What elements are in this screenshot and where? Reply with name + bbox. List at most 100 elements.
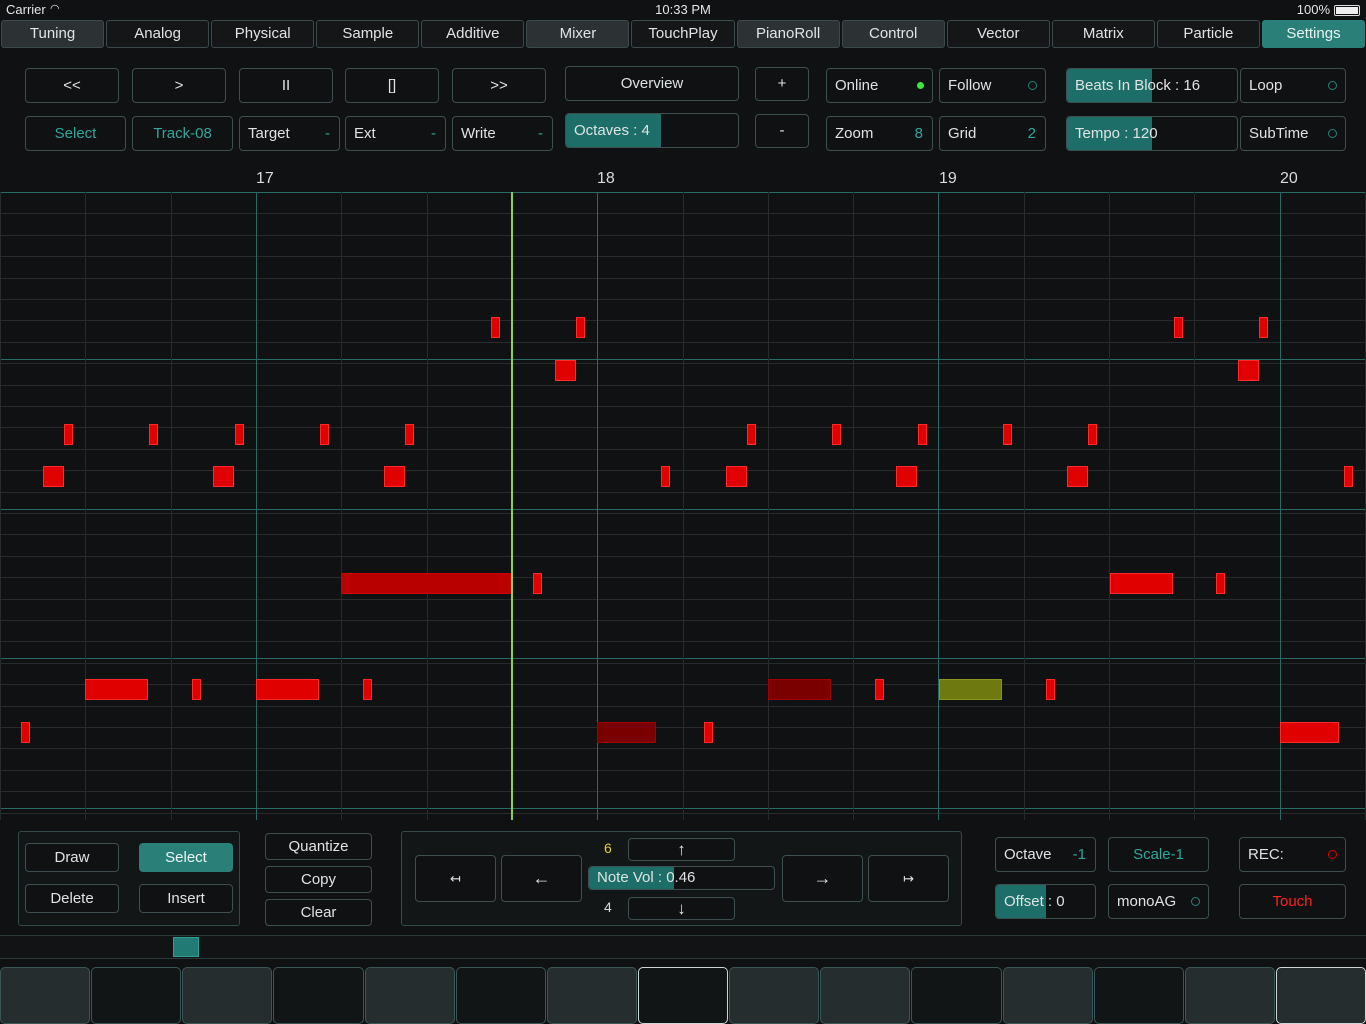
pause-button[interactable]: II bbox=[239, 68, 333, 103]
online-toggle[interactable]: Online bbox=[826, 68, 933, 103]
note-block[interactable] bbox=[896, 466, 917, 487]
move-left-button[interactable]: ← bbox=[501, 855, 582, 902]
keyboard-key[interactable] bbox=[637, 967, 729, 1024]
note-volume-slider[interactable]: Note Vol : 0.46 bbox=[588, 866, 775, 890]
note-block[interactable] bbox=[832, 424, 841, 445]
note-block[interactable] bbox=[235, 424, 244, 445]
plus-button[interactable]: + bbox=[755, 67, 809, 101]
tab-vector[interactable]: Vector bbox=[946, 20, 1050, 48]
keyboard-key[interactable] bbox=[820, 967, 911, 1024]
note-block[interactable] bbox=[1259, 317, 1268, 338]
clear-button[interactable]: Clear bbox=[265, 899, 372, 926]
keyboard-key[interactable] bbox=[364, 967, 455, 1024]
keyboard-key[interactable] bbox=[91, 967, 182, 1024]
note-block[interactable] bbox=[1280, 722, 1339, 743]
jump-start-button[interactable]: ↤ bbox=[415, 855, 496, 902]
ext-selector[interactable]: Ext - bbox=[345, 116, 446, 151]
scrollbar-thumb[interactable] bbox=[173, 937, 199, 957]
note-block[interactable] bbox=[918, 424, 927, 445]
note-block[interactable] bbox=[661, 466, 670, 487]
rec-toggle[interactable]: REC: bbox=[1239, 837, 1346, 872]
note-block[interactable] bbox=[939, 679, 1002, 700]
scale-button[interactable]: Scale-1 bbox=[1108, 837, 1209, 872]
keyboard-key[interactable] bbox=[182, 967, 273, 1024]
note-block[interactable] bbox=[533, 573, 542, 594]
quantize-button[interactable]: Quantize bbox=[265, 833, 372, 860]
note-block[interactable] bbox=[1238, 360, 1259, 381]
tab-pianoroll[interactable]: PianoRoll bbox=[736, 20, 840, 48]
tab-matrix[interactable]: Matrix bbox=[1051, 20, 1155, 48]
draw-button[interactable]: Draw bbox=[25, 843, 119, 872]
mono-toggle[interactable]: monoAG bbox=[1108, 884, 1209, 919]
keyboard-key[interactable] bbox=[546, 967, 637, 1024]
note-block[interactable] bbox=[1344, 466, 1353, 487]
note-block[interactable] bbox=[192, 679, 201, 700]
tempo-slider[interactable]: Tempo : 120 bbox=[1066, 116, 1238, 151]
keyboard-key[interactable] bbox=[455, 967, 546, 1024]
note-block[interactable] bbox=[213, 466, 234, 487]
note-block[interactable] bbox=[1216, 573, 1225, 594]
stop-button[interactable]: [] bbox=[345, 68, 439, 103]
note-block[interactable] bbox=[405, 424, 414, 445]
subtime-toggle[interactable]: SubTime bbox=[1240, 116, 1346, 151]
note-block[interactable] bbox=[704, 722, 713, 743]
forward-button[interactable]: >> bbox=[452, 68, 546, 103]
note-block[interactable] bbox=[64, 424, 73, 445]
note-block[interactable] bbox=[320, 424, 329, 445]
track-button[interactable]: Track-08 bbox=[132, 116, 233, 151]
note-block[interactable] bbox=[1003, 424, 1012, 445]
note-block[interactable] bbox=[1088, 424, 1097, 445]
jump-end-button[interactable]: ↦ bbox=[868, 855, 949, 902]
note-block[interactable] bbox=[726, 466, 747, 487]
loop-toggle[interactable]: Loop bbox=[1240, 68, 1346, 103]
tab-physical[interactable]: Physical bbox=[211, 20, 315, 48]
tab-particle[interactable]: Particle bbox=[1156, 20, 1260, 48]
zoom-control[interactable]: Zoom 8 bbox=[826, 116, 933, 151]
note-block[interactable] bbox=[1067, 466, 1088, 487]
target-selector[interactable]: Target - bbox=[239, 116, 340, 151]
note-block[interactable] bbox=[1110, 573, 1173, 594]
note-block[interactable] bbox=[747, 424, 756, 445]
note-block[interactable] bbox=[85, 679, 148, 700]
note-block[interactable] bbox=[43, 466, 64, 487]
note-block[interactable] bbox=[555, 360, 576, 381]
tab-additive[interactable]: Additive bbox=[421, 20, 525, 48]
note-block[interactable] bbox=[21, 722, 30, 743]
touch-button[interactable]: Touch bbox=[1239, 884, 1346, 919]
tab-analog[interactable]: Analog bbox=[106, 20, 210, 48]
note-block[interactable] bbox=[768, 679, 831, 700]
tab-touchplay[interactable]: TouchPlay bbox=[631, 20, 735, 48]
tab-settings[interactable]: Settings bbox=[1261, 20, 1366, 48]
write-selector[interactable]: Write - bbox=[452, 116, 553, 151]
note-block[interactable] bbox=[576, 317, 585, 338]
note-block[interactable] bbox=[1174, 317, 1183, 338]
keyboard-key[interactable] bbox=[1184, 967, 1275, 1024]
keyboard-key[interactable] bbox=[1275, 967, 1366, 1024]
note-block[interactable] bbox=[341, 573, 511, 594]
follow-toggle[interactable]: Follow bbox=[939, 68, 1046, 103]
keyboard-key[interactable] bbox=[1002, 967, 1093, 1024]
keyboard-key[interactable] bbox=[911, 967, 1002, 1024]
grid-control[interactable]: Grid 2 bbox=[939, 116, 1046, 151]
timeline-scrollbar[interactable] bbox=[0, 935, 1366, 959]
note-block[interactable] bbox=[491, 317, 500, 338]
move-right-button[interactable]: → bbox=[782, 855, 863, 902]
tab-tuning[interactable]: Tuning bbox=[1, 20, 105, 48]
note-block[interactable] bbox=[384, 466, 405, 487]
copy-button[interactable]: Copy bbox=[265, 866, 372, 893]
tab-sample[interactable]: Sample bbox=[316, 20, 420, 48]
note-block[interactable] bbox=[363, 679, 372, 700]
move-up-button[interactable]: ↑ bbox=[628, 838, 735, 861]
insert-button[interactable]: Insert bbox=[139, 884, 233, 913]
keyboard-key[interactable] bbox=[0, 967, 91, 1024]
keyboard-key[interactable] bbox=[1093, 967, 1184, 1024]
offset-slider[interactable]: Offset : 0 bbox=[995, 884, 1096, 919]
note-block[interactable] bbox=[149, 424, 158, 445]
keyboard-key[interactable] bbox=[273, 967, 364, 1024]
select-mode-button[interactable]: Select bbox=[25, 116, 126, 151]
octaves-slider[interactable]: Octaves : 4 bbox=[565, 113, 739, 148]
rewind-button[interactable]: << bbox=[25, 68, 119, 103]
select-button[interactable]: Select bbox=[139, 843, 233, 872]
minus-button[interactable]: - bbox=[755, 114, 809, 148]
delete-button[interactable]: Delete bbox=[25, 884, 119, 913]
